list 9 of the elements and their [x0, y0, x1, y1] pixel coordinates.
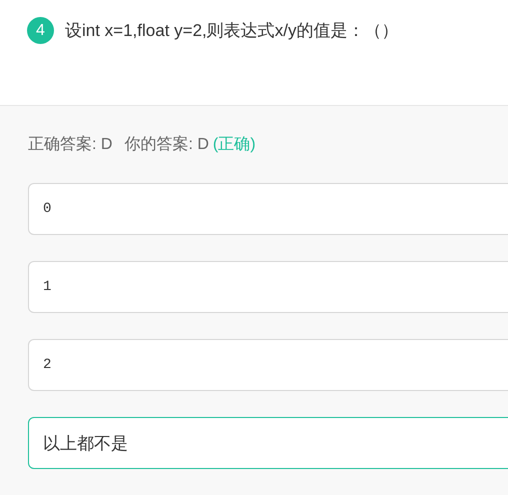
answer-option[interactable]: 0 [28, 183, 508, 235]
answer-verdict: (正确) [212, 135, 256, 155]
question-text: 设int x=1,float y=2,则表达式x/y的值是：（） [65, 20, 398, 42]
your-answer-label: 你的答案: D [124, 134, 209, 155]
answer-option[interactable]: 2 [28, 339, 508, 391]
answer-option[interactable]: 以上都不是 [28, 417, 508, 469]
answer-option[interactable]: 1 [28, 261, 508, 313]
correct-answer-label: 正确答案: D [28, 134, 112, 155]
question-number-badge: 4 [27, 17, 54, 44]
